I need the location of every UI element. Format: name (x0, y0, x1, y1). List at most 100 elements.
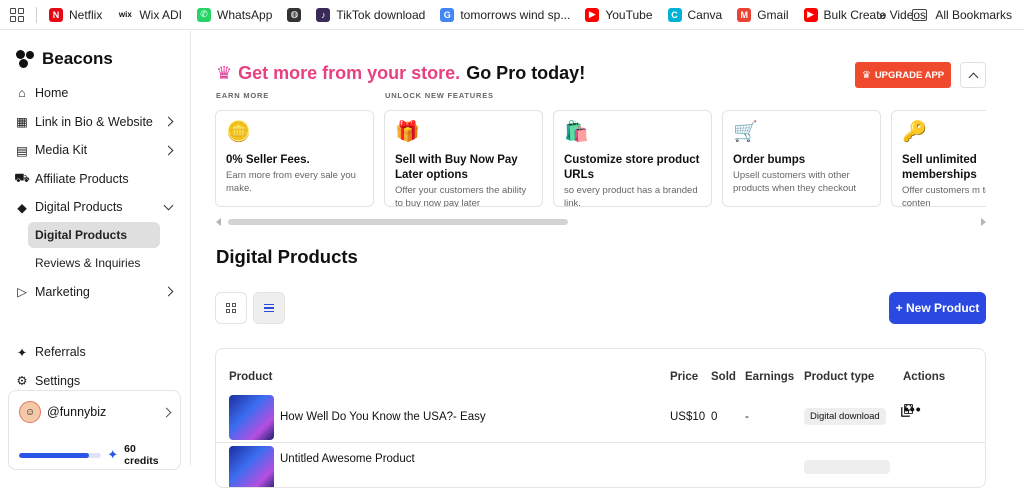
list-view-button[interactable] (253, 292, 285, 324)
bookmarks-divider (36, 6, 37, 23)
bookmark-label: Netflix (69, 7, 103, 22)
upgrade-app-button[interactable]: ♛ UPGRADE APP (855, 62, 951, 88)
bookmark-item[interactable]: N Netflix (49, 7, 103, 22)
avatar: ☺ (19, 401, 41, 423)
page-title: Digital Products (216, 246, 358, 267)
col-actions: Actions (903, 371, 946, 383)
chevron-right-icon (163, 145, 174, 156)
subnav-digital-products[interactable]: Digital Products (28, 221, 160, 248)
product-type-badge (804, 460, 890, 474)
bookmark-label: TikTok download (336, 7, 426, 22)
sidebar-item-referrals[interactable]: ✦ Referrals (0, 338, 190, 367)
credits-meter: ✦ 60 credits (19, 443, 170, 467)
credits-label: 60 credits (124, 443, 159, 467)
product-price: US$10 (670, 411, 706, 423)
sidebar-item-link-in-bio[interactable]: ▦ Link in Bio & Website (0, 108, 190, 137)
shopping-bag-icon: 🛍️ (564, 121, 589, 143)
product-sold: 0 (711, 411, 718, 423)
new-product-button[interactable]: + New Product (889, 292, 986, 324)
bookmarks-bar: N Netflix wix Wix ADI ✆ WhatsApp ◍ ♪ TikTok down… (0, 0, 1024, 30)
product-name[interactable]: How Well Do You Know the USA?- Easy (280, 411, 486, 423)
feature-card-seller-fees[interactable]: 🪙 0% Seller Fees. Earn more from every s… (215, 110, 374, 207)
gear-icon: ⚙ (16, 374, 28, 389)
promo-headline: ♛ Get more from your store. Go Pro today… (216, 63, 586, 83)
bookmark-label: Wix ADI (139, 7, 183, 22)
table-row[interactable]: Untitled Awesome Product (216, 446, 985, 487)
beacons-logo-icon (16, 50, 36, 68)
subnav-reviews-inquiries[interactable]: Reviews & Inquiries (28, 250, 160, 276)
logo-text: Beacons (42, 49, 113, 68)
sidebar-item-marketing[interactable]: ▷ Marketing (0, 278, 190, 307)
all-bookmarks-link[interactable]: All Bookmarks (935, 8, 1012, 22)
media-kit-icon: ▤ (16, 143, 28, 158)
bookmark-label: tomorrows wind sp... (460, 7, 571, 22)
crown-icon: ♛ (216, 63, 233, 83)
cards-scrollbar[interactable] (216, 218, 986, 226)
more-bookmarks-button[interactable]: » (879, 7, 887, 23)
bookmark-item[interactable]: ♪ TikTok download (316, 7, 426, 22)
list-icon (264, 303, 274, 313)
scroll-right-arrow-icon[interactable] (981, 218, 986, 226)
chevron-down-icon (163, 200, 174, 211)
google-icon: G (440, 7, 455, 22)
youtube-icon: ▶ (585, 7, 600, 22)
tiktok-icon: ♪ (316, 7, 331, 22)
sidebar-item-affiliate-products[interactable]: ⛟ Affiliate Products (0, 165, 190, 194)
chevron-right-icon (163, 286, 174, 297)
bookmark-item[interactable]: ▶ YouTube (585, 7, 653, 22)
home-icon: ⌂ (18, 86, 26, 101)
product-earnings: - (745, 411, 749, 423)
bookmark-label: WhatsApp (217, 7, 273, 22)
gift-box-icon: 🎁 (395, 121, 420, 143)
chevron-right-icon (163, 116, 174, 127)
gift-icon: ✦ (16, 345, 28, 360)
whatsapp-icon: ✆ (197, 7, 212, 22)
wix-icon: wix (118, 10, 132, 19)
netflix-icon: N (49, 7, 63, 22)
bookmark-item[interactable]: M Gmail (737, 7, 789, 22)
product-thumbnail (229, 395, 274, 440)
sidebar-item-media-kit[interactable]: ▤ Media Kit (0, 136, 190, 165)
col-price[interactable]: Price (670, 371, 698, 383)
folder-icon (912, 8, 928, 21)
col-sold[interactable]: Sold (711, 371, 736, 383)
col-product[interactable]: Product (229, 371, 272, 383)
bookmark-item[interactable]: wix Wix ADI (117, 8, 182, 22)
bookmark-item[interactable]: Gtomorrows wind sp... (440, 7, 571, 22)
bookmark-item[interactable]: ◍ (287, 7, 302, 22)
feature-card-bnpl[interactable]: 🎁 Sell with Buy Now Pay Later options Of… (384, 110, 543, 207)
more-options-icon[interactable]: ••• (904, 401, 922, 417)
cart-icon: ⛟ (14, 170, 30, 185)
table-row[interactable]: How Well Do You Know the USA?- Easy US$1… (216, 395, 985, 447)
col-product-type[interactable]: Product type (804, 371, 874, 383)
col-earnings[interactable]: Earnings (745, 371, 794, 383)
feature-card-order-bumps[interactable]: 🛒 Order bumps Upsell customers with othe… (722, 110, 881, 207)
products-table: Product Price Sold Earnings Product type… (215, 348, 986, 488)
sparkle-icon: ✦ (107, 447, 119, 462)
scrollbar-thumb[interactable] (228, 219, 568, 225)
bookmark-label: Gmail (757, 7, 789, 22)
chevron-up-icon (968, 72, 978, 82)
product-type-badge: Digital download (804, 408, 886, 425)
profile-switcher[interactable]: ☺ @funnybiz (19, 401, 172, 423)
product-name[interactable]: Untitled Awesome Product (280, 453, 415, 465)
gmail-icon: M (737, 7, 752, 22)
sidebar-item-digital-products[interactable]: ◆ Digital Products (0, 193, 190, 222)
sidebar-item-home[interactable]: ⌂ Home (0, 79, 190, 108)
grid-icon (226, 303, 236, 313)
bookmark-item[interactable]: ✆ WhatsApp (197, 7, 273, 22)
beacons-logo[interactable]: Beacons (0, 31, 190, 73)
unlock-features-label: UNLOCK NEW FEATURES (385, 91, 494, 100)
feature-cards: 🪙 0% Seller Fees. Earn more from every s… (215, 110, 986, 207)
grid-view-button[interactable] (215, 292, 247, 324)
sidebar-nav: ⌂ Home ▦ Link in Bio & Website ▤ Media K… (0, 79, 190, 395)
credits-progress-bar (19, 452, 102, 458)
profile-card: ☺ @funnybiz ✦ 60 credits (8, 390, 181, 470)
collapse-promo-button[interactable] (960, 62, 986, 88)
feature-card-custom-urls[interactable]: 🛍️ Customize store product URLs so every… (553, 110, 712, 207)
apps-grid-icon[interactable] (10, 7, 24, 22)
bookmark-label: YouTube (605, 7, 653, 22)
feature-card-memberships[interactable]: 🔑 Sell unlimited memberships Offer custo… (891, 110, 986, 207)
bookmark-item[interactable]: C Canva (667, 7, 722, 22)
scroll-left-arrow-icon[interactable] (216, 218, 221, 226)
